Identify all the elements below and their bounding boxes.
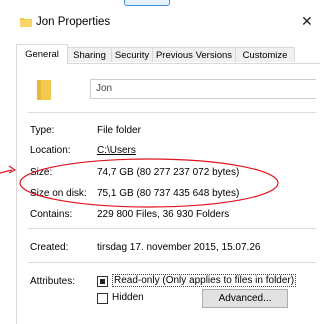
folder-name-field[interactable]: Jon <box>90 79 316 99</box>
readonly-label[interactable]: Read-only (Only applies to files in fold… <box>112 274 297 287</box>
folder-icon <box>20 18 32 27</box>
location-value: C:\Users <box>97 145 136 156</box>
type-value: File folder <box>97 125 141 136</box>
attributes-label: Attributes: <box>30 276 76 287</box>
size-value: 74,7 GB (80 277 237 072 bytes) <box>97 167 240 178</box>
size-on-disk-value: 75,1 GB (80 737 435 648 bytes) <box>97 188 240 199</box>
readonly-checkbox[interactable] <box>97 276 108 287</box>
hidden-label[interactable]: Hidden <box>112 292 144 303</box>
advanced-button[interactable]: Advanced... <box>202 289 288 308</box>
close-icon[interactable]: ✕ <box>301 13 313 30</box>
location-label: Location: <box>30 145 71 156</box>
tab-customize[interactable]: Customize <box>235 47 295 62</box>
tab-previous-versions[interactable]: Previous Versions <box>152 47 236 62</box>
annotation-arrow <box>0 165 16 174</box>
tab-security[interactable]: Security <box>111 47 153 62</box>
readonly-label-text: Read-only (Only applies to files in fold… <box>112 274 297 287</box>
created-value: tirsdag 17. november 2015, 15.07.26 <box>97 242 261 253</box>
tab-sharing[interactable]: Sharing <box>67 47 112 62</box>
size-on-disk-label: Size on disk: <box>30 188 87 199</box>
tab-general[interactable]: General <box>16 44 68 64</box>
window-title: Jon Properties <box>36 16 111 28</box>
created-label: Created: <box>30 242 69 253</box>
top-button-fragment <box>124 0 170 6</box>
folder-icon <box>37 80 51 100</box>
size-label: Size: <box>30 167 53 178</box>
divider <box>28 262 316 263</box>
contains-label: Contains: <box>30 209 73 220</box>
divider <box>28 112 316 113</box>
divider <box>28 228 316 229</box>
hidden-checkbox[interactable] <box>97 293 108 304</box>
contains-value: 229 800 Files, 36 930 Folders <box>97 209 230 220</box>
type-label: Type: <box>30 125 55 136</box>
